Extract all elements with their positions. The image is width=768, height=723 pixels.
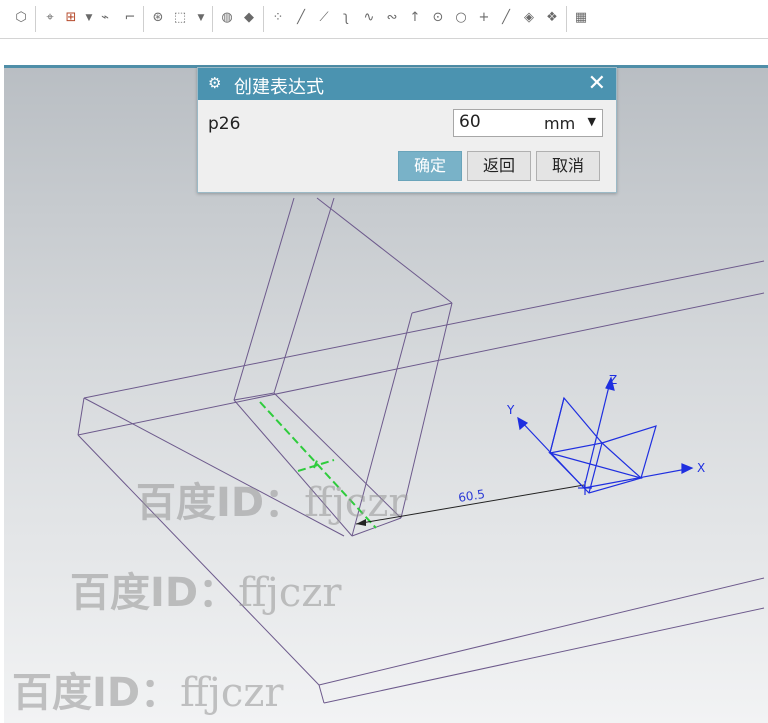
plus-icon[interactable]: + <box>475 9 493 27</box>
toolbar: ⬡ ⌖ ⊞ ▼ ⌁ ⌐ ⊛ ⬚ ▼ ◍ ◆ ⁘ ╱ ⟋ ʅ ∿ ∾ ↑ ⊙ ○ … <box>0 0 768 39</box>
watermark: 百度ID：ffjczr <box>70 570 342 616</box>
watermark: 百度ID：ffjczr <box>136 480 408 526</box>
point-icon[interactable]: ⌁ <box>96 9 114 27</box>
dialog-title-bar[interactable]: ⚙ 创建表达式 ✕ <box>198 68 616 100</box>
watermark: 百度ID：ffjczr <box>12 670 284 716</box>
solid-icon[interactable]: ◍ <box>218 9 236 27</box>
tool-icon[interactable]: ◈ <box>520 9 538 27</box>
z-axis-label: Z <box>609 373 617 387</box>
expression-value[interactable]: 60 <box>459 112 481 132</box>
csys-triad <box>517 376 694 495</box>
toolbar-strip <box>0 39 768 65</box>
edge-icon[interactable]: ⌐ <box>121 9 139 27</box>
toolbar-separator <box>143 6 144 32</box>
dialog-title: 创建表达式 <box>234 77 324 98</box>
curve-icon[interactable]: ʅ <box>337 9 355 27</box>
unit-select[interactable]: mm <box>544 114 575 133</box>
rectangle-select-icon[interactable]: ⬚ <box>171 9 189 27</box>
toolbar-separator <box>212 6 213 32</box>
chevron-down-icon[interactable]: ▼ <box>588 115 596 128</box>
line-icon[interactable]: ⟋ <box>315 9 333 27</box>
cube-icon[interactable]: ◆ <box>240 9 258 27</box>
parameter-name: p26 <box>208 114 241 134</box>
gear-icon: ⚙ <box>208 74 222 92</box>
expression-value-field[interactable]: 60 mm ▼ <box>453 109 603 137</box>
toolbar-separator <box>566 6 567 32</box>
select-box-icon[interactable]: ⊞ <box>62 9 80 27</box>
dropdown-icon[interactable]: ▼ <box>192 9 210 27</box>
back-button[interactable]: 返回 <box>467 151 531 181</box>
line-icon[interactable]: ╱ <box>292 9 310 27</box>
diagonal-icon[interactable]: ╱ <box>497 9 515 27</box>
filter-icon[interactable]: ⊛ <box>149 9 167 27</box>
grid-icon[interactable]: ▦ <box>572 9 590 27</box>
y-axis-label: Y <box>506 403 515 417</box>
toolbar-separator <box>263 6 264 32</box>
wave-icon[interactable]: ∾ <box>383 9 401 27</box>
tool-icon[interactable]: ❖ <box>543 9 561 27</box>
circle-dot-icon[interactable]: ⊙ <box>429 9 447 27</box>
toolbar-separator <box>35 6 36 32</box>
circle-icon[interactable]: ○ <box>452 9 470 27</box>
create-expression-dialog: ⚙ 创建表达式 ✕ p26 60 mm ▼ 确定 返回 取消 <box>197 67 617 193</box>
spline-icon[interactable]: ∿ <box>360 9 378 27</box>
x-axis-label: X <box>697 461 705 475</box>
arrow-up-icon[interactable]: ↑ <box>406 9 424 27</box>
scatter-icon[interactable]: ⁘ <box>269 9 287 27</box>
cancel-button[interactable]: 取消 <box>536 151 600 181</box>
snap-icon[interactable]: ⌖ <box>41 9 59 27</box>
shape-icon[interactable]: ⬡ <box>12 9 30 27</box>
close-icon[interactable]: ✕ <box>588 71 606 96</box>
ok-button[interactable]: 确定 <box>398 151 462 181</box>
